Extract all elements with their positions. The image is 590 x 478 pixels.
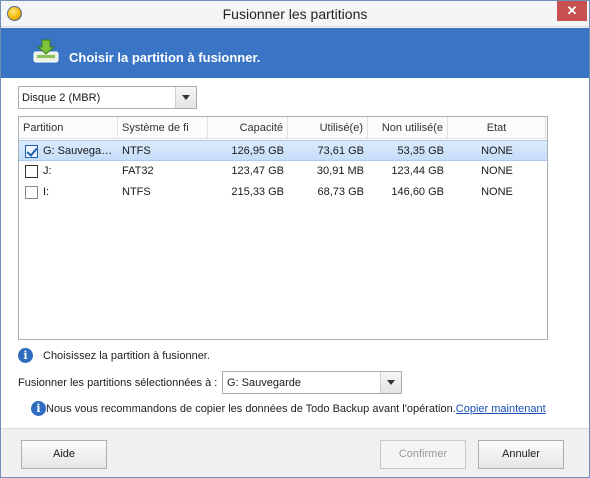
cell-filesystem: FAT32 xyxy=(122,165,154,177)
cancel-button[interactable]: Annuler xyxy=(478,440,564,469)
merge-target-value: G: Sauvegarde xyxy=(227,377,301,389)
info-icon: i xyxy=(18,348,33,363)
chevron-down-icon xyxy=(387,380,395,385)
cell-capacity: 126,95 GB xyxy=(231,145,284,157)
merge-target-label: Fusionner les partitions sélectionnées à… xyxy=(18,377,218,389)
disk-dropdown[interactable]: Disque 2 (MBR) xyxy=(18,86,197,109)
cell-partition: I: xyxy=(43,186,50,198)
column-header-capacity[interactable]: Capacité xyxy=(208,117,288,139)
partition-checkbox[interactable] xyxy=(25,186,38,199)
dialog-footer: Aide Confirmer Annuler xyxy=(1,428,589,477)
copy-now-link[interactable]: Copier maintenant xyxy=(456,403,546,415)
column-header-partition[interactable]: Partition xyxy=(19,117,118,139)
cell-used: 30,91 MB xyxy=(316,165,364,177)
merge-arrow-down-icon xyxy=(33,39,59,63)
recommendation-text: Nous vous recommandons de copier les don… xyxy=(46,403,456,415)
table-header: Partition Système de fi Capacité Utilisé… xyxy=(19,117,547,139)
info-icon: i xyxy=(31,401,46,416)
banner-heading: Choisir la partition à fusionner. xyxy=(69,50,261,65)
cell-state: NONE xyxy=(481,186,513,198)
help-button[interactable]: Aide xyxy=(21,440,107,469)
cell-unused: 146,60 GB xyxy=(391,186,444,198)
column-header-unused[interactable]: Non utilisé(e xyxy=(368,117,448,139)
column-header-used[interactable]: Utilisé(e) xyxy=(288,117,368,139)
cell-capacity: 123,47 GB xyxy=(231,165,284,177)
disk-dropdown-value: Disque 2 (MBR) xyxy=(22,92,101,104)
table-row[interactable]: G: Sauvegarde NTFS 126,95 GB 73,61 GB 53… xyxy=(19,140,547,161)
window-title: Fusionner les partitions xyxy=(222,6,368,22)
chevron-down-icon xyxy=(182,95,190,100)
title-bar: Fusionner les partitions ✕ xyxy=(1,1,589,27)
close-button[interactable]: ✕ xyxy=(557,1,587,21)
merge-partitions-dialog: Fusionner les partitions ✕ Choisir la pa… xyxy=(0,0,590,478)
partition-checkbox[interactable] xyxy=(25,165,38,178)
disk-dropdown-button[interactable] xyxy=(175,87,196,108)
confirm-button[interactable]: Confirmer xyxy=(380,440,466,469)
cell-state: NONE xyxy=(481,145,513,157)
cell-used: 68,73 GB xyxy=(317,186,364,198)
cell-used: 73,61 GB xyxy=(317,145,364,157)
table-row[interactable]: J: FAT32 123,47 GB 30,91 MB 123,44 GB NO… xyxy=(19,161,547,182)
cell-unused: 123,44 GB xyxy=(391,165,444,177)
partition-checkbox[interactable] xyxy=(25,145,38,158)
hint-text: Choisissez la partition à fusionner. xyxy=(43,350,210,362)
recommendation-line: Nous vous recommandons de copier les don… xyxy=(46,403,546,415)
cell-filesystem: NTFS xyxy=(122,186,151,198)
cell-partition: J: xyxy=(43,165,52,177)
dialog-content: Disque 2 (MBR) Partition Système de fi C… xyxy=(1,78,589,428)
merge-target-dropdown-button[interactable] xyxy=(380,372,401,393)
cell-filesystem: NTFS xyxy=(122,145,151,157)
header-banner: Choisir la partition à fusionner. xyxy=(1,28,589,78)
cell-unused: 53,35 GB xyxy=(397,145,444,157)
cell-partition: G: Sauvegarde xyxy=(43,145,117,157)
column-header-filesystem[interactable]: Système de fi xyxy=(118,117,208,139)
cell-capacity: 215,33 GB xyxy=(231,186,284,198)
merge-target-dropdown[interactable]: G: Sauvegarde xyxy=(222,371,402,394)
cell-state: NONE xyxy=(481,165,513,177)
table-row[interactable]: I: NTFS 215,33 GB 68,73 GB 146,60 GB NON… xyxy=(19,182,547,203)
partition-table: Partition Système de fi Capacité Utilisé… xyxy=(18,116,548,340)
column-header-state[interactable]: Etat xyxy=(448,117,546,139)
